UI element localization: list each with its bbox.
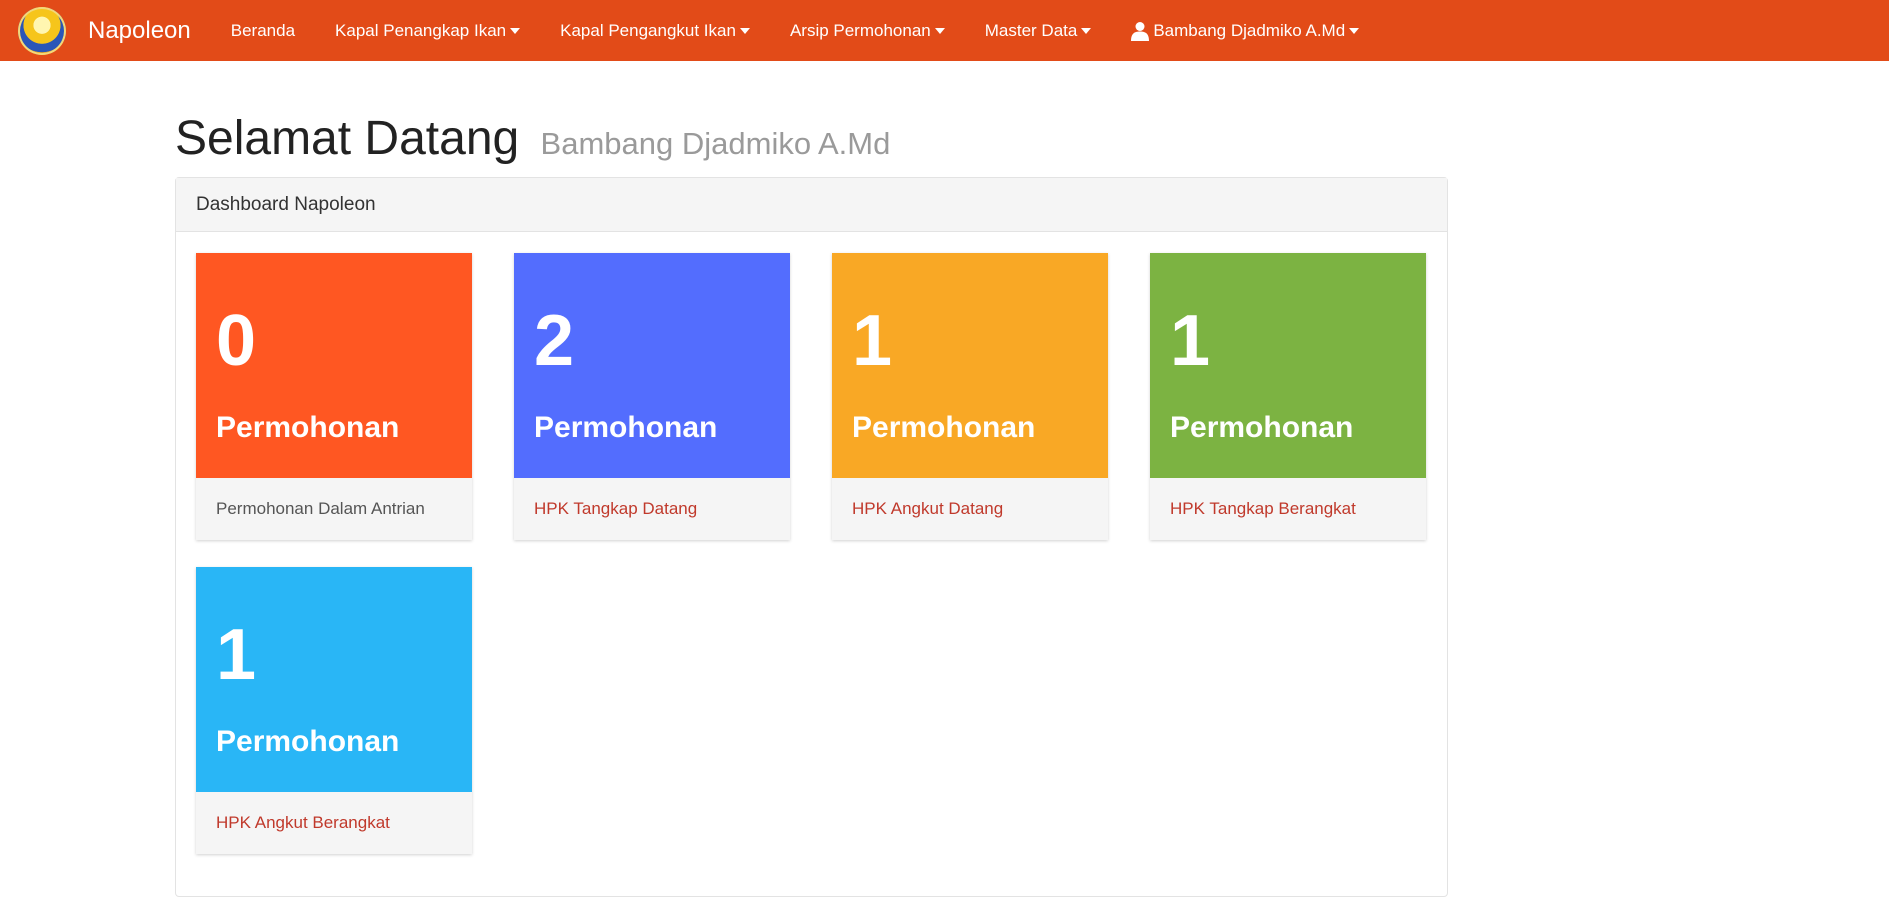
nav-kapal-penangkap-ikan-label: Kapal Penangkap Ikan (335, 20, 507, 40)
nav-kapal-pengangkut-ikan-label: Kapal Pengangkut Ikan (560, 20, 736, 40)
user-icon (1131, 21, 1150, 41)
page-title: Selamat Datang Bambang Djadmiko A.Md (175, 115, 1450, 163)
card-top: 1 Permohonan (832, 253, 1108, 478)
card-label: Permohonan (216, 725, 400, 758)
nav-user-menu[interactable]: Bambang Djadmiko A.Md (1131, 20, 1360, 41)
nav-arsip-permohonan[interactable]: Arsip Permohonan (790, 21, 945, 41)
nav-user-label: Bambang Djadmiko A.Md (1153, 20, 1346, 40)
card-label: Permohonan (534, 411, 718, 444)
card-hpk-angkut-berangkat: 1 Permohonan HPK Angkut Berangkat (196, 567, 472, 854)
main-container: Selamat Datang Bambang Djadmiko A.Md Das… (175, 61, 1450, 897)
card-top: 0 Permohonan (196, 253, 472, 478)
caret-down-icon (934, 27, 945, 34)
app-logo-icon[interactable] (18, 6, 66, 55)
card-count: 1 (852, 301, 893, 381)
card-footer-link[interactable]: HPK Angkut Berangkat (196, 792, 472, 854)
caret-down-icon (510, 27, 521, 34)
card-label: Permohonan (1170, 411, 1354, 444)
nav-beranda-label: Beranda (230, 20, 296, 40)
card-count: 0 (216, 301, 257, 381)
card-footer-link[interactable]: HPK Tangkap Datang (514, 478, 790, 540)
nav-master-data[interactable]: Master Data (985, 21, 1092, 41)
panel-heading: Dashboard Napoleon (176, 178, 1447, 232)
card-count: 1 (1170, 301, 1211, 381)
nav-kapal-penangkap-ikan[interactable]: Kapal Penangkap Ikan (335, 20, 521, 41)
card-footer-link[interactable]: HPK Tangkap Berangkat (1150, 478, 1426, 540)
navbar: Napoleon Beranda Kapal Penangkap Ikan Ka… (0, 0, 1889, 61)
card-count: 2 (534, 301, 575, 381)
caret-down-icon (739, 27, 750, 34)
caret-down-icon (1349, 27, 1360, 34)
card-top: 1 Permohonan (196, 567, 472, 792)
nav-master-data-label: Master Data (984, 20, 1078, 40)
card-hpk-tangkap-berangkat: 1 Permohonan HPK Tangkap Berangkat (1150, 253, 1426, 540)
card-hpk-angkut-datang: 1 Permohonan HPK Angkut Datang (832, 253, 1108, 540)
card-top: 2 Permohonan (514, 253, 790, 478)
page-subtitle: Bambang Djadmiko A.Md (540, 126, 891, 161)
card-label: Permohonan (216, 411, 400, 444)
nav-arsip-permohonan-label: Arsip Permohonan (789, 20, 931, 40)
dashboard-panel: Dashboard Napoleon 0 Permohonan Permohon… (175, 177, 1448, 897)
card-hpk-tangkap-datang: 2 Permohonan HPK Tangkap Datang (514, 253, 790, 540)
card-top: 1 Permohonan (1150, 253, 1426, 478)
card-antrian: 0 Permohonan Permohonan Dalam Antrian (196, 253, 472, 540)
nav-kapal-pengangkut-ikan[interactable]: Kapal Pengangkut Ikan (560, 21, 750, 41)
brand-link[interactable]: Napoleon (88, 17, 191, 45)
caret-down-icon (1081, 27, 1092, 34)
card-grid: 0 Permohonan Permohonan Dalam Antrian 2 … (196, 253, 1427, 854)
page-title-text: Selamat Datang (175, 112, 520, 165)
card-count: 1 (216, 615, 257, 695)
card-footer-link[interactable]: HPK Angkut Datang (832, 478, 1108, 540)
card-label: Permohonan (852, 411, 1036, 444)
nav-beranda[interactable]: Beranda (231, 21, 295, 41)
panel-body: 0 Permohonan Permohonan Dalam Antrian 2 … (176, 232, 1447, 875)
card-footer-link[interactable]: Permohonan Dalam Antrian (196, 478, 472, 540)
